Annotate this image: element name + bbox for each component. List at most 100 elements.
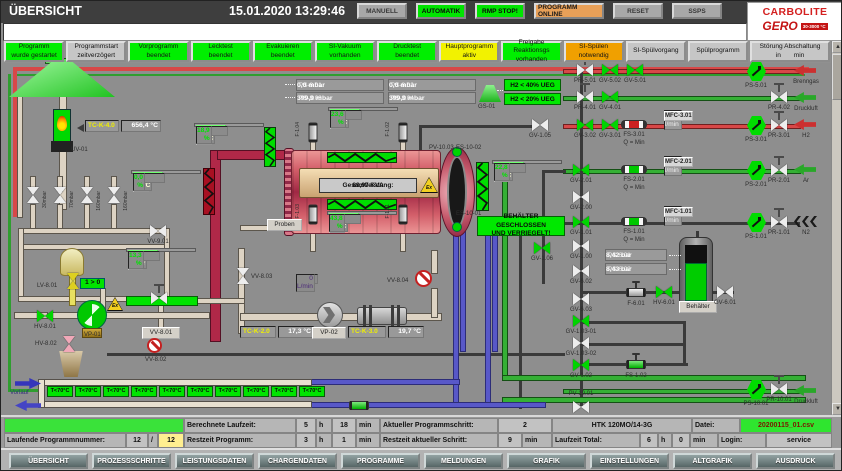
nav-prozessschritte[interactable]: PROZESSSCHRITTE xyxy=(92,453,171,469)
tc-k-2.0-label: TC-K-2.0 xyxy=(240,326,276,338)
mfc-3.01-button[interactable]: MFC-3.01 xyxy=(664,111,693,121)
f-1.04-valve[interactable] xyxy=(309,123,318,143)
automatik-button[interactable]: AUTOMATIK xyxy=(416,3,466,19)
gv-4.01-valve[interactable] xyxy=(602,91,618,103)
status-button-12[interactable]: Spülprogramm xyxy=(688,41,748,62)
gate-valve[interactable] xyxy=(349,401,369,410)
gv-1.03-02-valve[interactable] xyxy=(573,337,589,349)
gv-1.00-valve[interactable] xyxy=(573,240,589,252)
gv-2.01-valve[interactable] xyxy=(573,164,589,176)
nav-meldungen[interactable]: MELDUNGEN xyxy=(424,453,503,469)
valve-label: GV-1.01 xyxy=(563,230,599,236)
status-button-11[interactable]: SI-Spülvorgang xyxy=(626,41,686,62)
valve-valve[interactable] xyxy=(67,273,79,289)
gv-5.01-valve[interactable] xyxy=(627,64,643,76)
vv-9.01-valve[interactable] xyxy=(150,225,166,237)
status-button-6[interactable]: SI-Vakuumvorhanden xyxy=(315,41,375,62)
nav-ausdruck[interactable]: AUSDRUCK xyxy=(756,453,835,469)
status-button-2[interactable]: Programmstartzeitverzögert xyxy=(66,41,126,62)
gv-6.02-valve[interactable] xyxy=(573,265,589,277)
pv-10.01-valve[interactable] xyxy=(573,401,589,413)
valve-label: GV-1.05 xyxy=(522,133,558,139)
valve-valve[interactable] xyxy=(151,292,167,304)
gv-3.02-valve[interactable] xyxy=(577,119,593,131)
nav-leistungsdaten[interactable]: LEISTUNGSDATEN xyxy=(175,453,254,469)
status-button-4[interactable]: Lecktestbeendet xyxy=(191,41,251,62)
hv-8.02-valve[interactable] xyxy=(63,336,75,352)
switch-dot-icon xyxy=(758,120,761,123)
vv-8.01-button[interactable]: VV-8.01 xyxy=(142,327,180,339)
gv-1.02-valve[interactable] xyxy=(573,359,589,371)
status-button-1[interactable]: Programmwurde gestartet xyxy=(4,41,64,62)
nav-programme[interactable]: PROGRAMME xyxy=(341,453,420,469)
gv-6.03-valve[interactable] xyxy=(573,293,589,305)
programm-online-button[interactable]: PROGRAMM ONLINE xyxy=(534,3,604,19)
pipe xyxy=(19,229,23,301)
status-button-7[interactable]: Drucktestbeendet xyxy=(377,41,437,62)
status-button-10[interactable]: SI-Spülennotwendig xyxy=(564,41,624,62)
gv-5.02-valve[interactable] xyxy=(602,64,618,76)
vv-8.03-valve[interactable] xyxy=(237,268,249,284)
proben-button[interactable]: Proben xyxy=(267,219,302,231)
valve-label: VV-8.03 xyxy=(251,274,272,280)
fs-1.02-valve[interactable] xyxy=(626,360,646,369)
aktueller-schritt-value: 2 xyxy=(498,418,552,433)
valve-valve[interactable] xyxy=(27,187,39,203)
gv-3.01-valve[interactable] xyxy=(602,119,618,131)
mfc-2.01-button[interactable]: MFC-2.01 xyxy=(664,157,693,167)
ssps-button[interactable]: SSPS xyxy=(672,3,722,19)
status-button-8[interactable]: Hauptprogrammaktiv xyxy=(439,41,499,62)
f-6.01-valve[interactable] xyxy=(626,288,646,297)
status-button-3[interactable]: Vorprogrammbeendet xyxy=(128,41,188,62)
gv-6.01-valve[interactable] xyxy=(717,286,733,298)
valve-valve[interactable] xyxy=(54,187,66,203)
f-1.01-valve[interactable] xyxy=(399,205,408,225)
valve-label: GV-5.01 xyxy=(617,78,653,84)
status-line: in min xyxy=(776,52,805,60)
gv-1.03-01-valve[interactable] xyxy=(573,315,589,327)
gv-1.05-valve[interactable] xyxy=(532,119,548,131)
nav-grafik[interactable]: GRAFIK xyxy=(507,453,586,469)
pr-2.01-valve[interactable] xyxy=(771,164,787,176)
gv-2.00-valve[interactable] xyxy=(573,191,589,203)
gv-1.01-valve[interactable] xyxy=(573,216,589,228)
mfc-1.01-button[interactable]: MFC-1.01 xyxy=(664,207,693,217)
pr-4.01-valve[interactable] xyxy=(577,91,593,103)
pr-4.02-valve[interactable] xyxy=(771,91,787,103)
switch-dot-icon xyxy=(758,384,761,387)
valve-valve[interactable] xyxy=(108,187,120,203)
scroll-down-icon[interactable]: ▼ xyxy=(832,403,842,415)
scroll-thumb[interactable] xyxy=(832,54,842,100)
carbolite-gero-logo: CARBOLITE GERO 30-3000 °C xyxy=(747,2,842,41)
pr-5.01-valve[interactable] xyxy=(577,64,593,76)
status-button-9[interactable]: Freigabe Reaktionsgsvorhanden xyxy=(501,41,561,62)
status-line: beendet xyxy=(209,52,233,60)
f-1.02-valve[interactable] xyxy=(399,123,408,143)
scroll-up-icon[interactable]: ▲ xyxy=(832,41,842,53)
pr-10.01-valve[interactable] xyxy=(771,383,787,395)
rmp-stop--button[interactable]: RMP STOP! xyxy=(475,3,525,19)
vp-02-button[interactable]: VP-02 xyxy=(312,327,346,339)
hv-8.01-valve[interactable] xyxy=(37,310,53,322)
nav-einstellungen[interactable]: EINSTELLUNGEN xyxy=(590,453,669,469)
reset-button[interactable]: RESET xyxy=(613,3,663,19)
f-1.03-valve[interactable] xyxy=(309,205,318,225)
manuell-button[interactable]: MANUELL xyxy=(357,3,407,19)
valve-valve[interactable] xyxy=(81,187,93,203)
nav-chargendaten[interactable]: CHARGENDATEN xyxy=(258,453,337,469)
status-button-13[interactable]: Störung Abschaltungin min xyxy=(750,41,830,62)
nav-altgrafik[interactable]: ALTGRAFIK xyxy=(673,453,752,469)
nav-übersicht[interactable]: ÜBERSICHT xyxy=(9,453,88,469)
gv-1.06-valve[interactable] xyxy=(534,242,550,254)
diagram-scrollbar[interactable]: ▲ ▼ xyxy=(831,41,842,415)
70mbar-label: 70mbar xyxy=(70,191,75,208)
handwheel-icon xyxy=(635,283,637,289)
pr-3.01-valve[interactable] xyxy=(771,119,787,131)
status-line: wurde gestartet xyxy=(11,52,56,60)
valve-label: HV-8.02 xyxy=(35,341,57,347)
hv-6.01-valve[interactable] xyxy=(656,286,672,298)
pr-1.01-valve[interactable] xyxy=(771,216,787,228)
message-bar[interactable] xyxy=(3,23,747,41)
pressure-value: 0,0 mbar xyxy=(297,80,327,91)
status-button-5[interactable]: Evakuierenbeendet xyxy=(253,41,313,62)
